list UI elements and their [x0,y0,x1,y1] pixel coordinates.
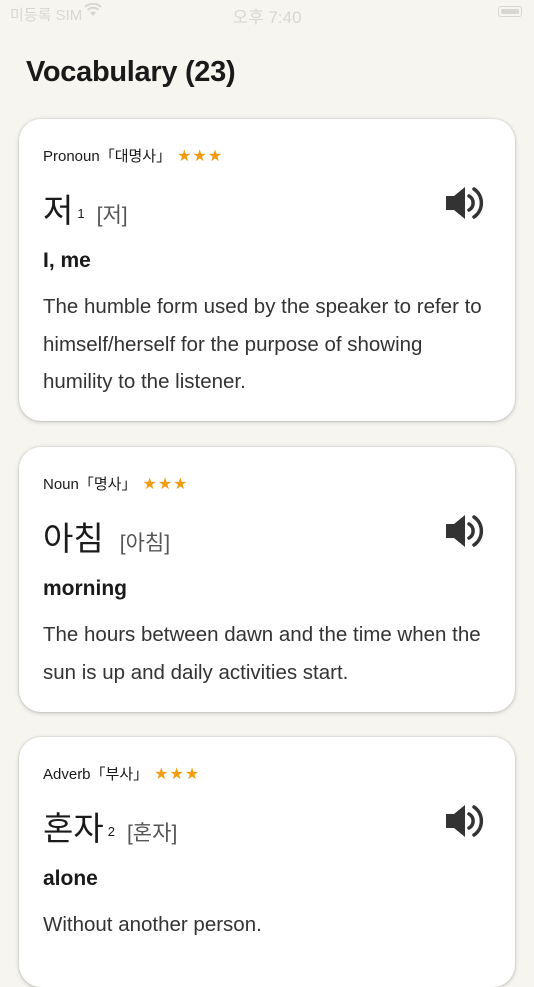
definition-text: The humble form used by the speaker to r… [43,295,482,393]
speaker-icon[interactable] [443,511,487,551]
definition-text: Without another person. [43,913,262,936]
part-of-speech: Adverb「부사」 ★★★ [43,763,200,784]
headword-text: 혼자 [43,810,104,847]
headword: 혼자 2 [혼자] [43,802,177,850]
definition-text: The hours between dawn and the time when… [43,623,481,684]
vocab-card[interactable]: Noun「명사」 ★★★ 아침 [아침] morning The hours b… [19,447,515,712]
speaker-icon[interactable] [443,801,487,841]
english-gloss: I, me [43,249,91,272]
status-bar: 미등록 SIM 오후 7:40 [0,0,534,28]
pronunciation: [혼자] [126,822,178,845]
speaker-icon[interactable] [443,183,487,223]
english-gloss: morning [43,577,127,600]
part-of-speech-label: Adverb「부사」 [43,766,149,783]
page-title: Vocabulary (23) [26,56,236,88]
battery-icon [498,6,522,17]
english-gloss: alone [43,867,98,890]
homonym-number: 2 [107,824,115,839]
pronunciation: [저] [96,204,128,227]
headword-text: 아침 [43,520,104,557]
part-of-speech-label: Noun「명사」 [43,476,137,493]
homonym-number: 1 [77,206,85,221]
difficulty-stars: ★★★ [177,147,224,165]
part-of-speech-label: Pronoun「대명사」 [43,148,172,165]
vocab-card[interactable]: Pronoun「대명사」 ★★★ 저 1 [저] I, me The humbl… [19,119,515,421]
pronunciation: [아침] [119,532,171,555]
part-of-speech: Pronoun「대명사」 ★★★ [43,145,223,166]
headword: 아침 [아침] [43,512,170,560]
difficulty-stars: ★★★ [154,765,201,783]
difficulty-stars: ★★★ [142,475,189,493]
clock-time: 오후 7:40 [232,8,302,27]
part-of-speech: Noun「명사」 ★★★ [43,473,189,494]
headword-text: 저 [43,192,74,229]
headword: 저 1 [저] [43,184,128,232]
